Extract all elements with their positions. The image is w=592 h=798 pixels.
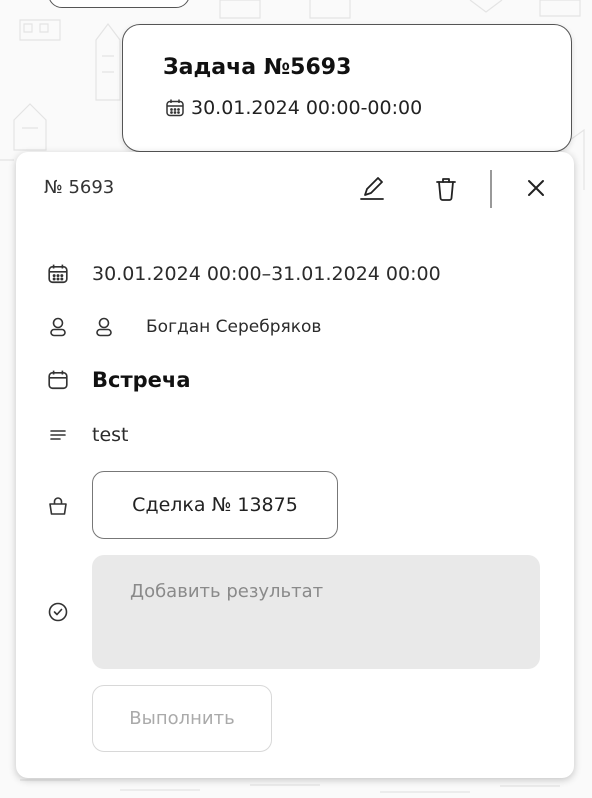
result-input[interactable]: Добавить результат <box>92 555 540 669</box>
result-row <box>46 600 70 624</box>
background-chip <box>48 0 190 8</box>
task-title: Задача №5693 <box>163 55 352 80</box>
event-type: Встреча <box>92 368 191 392</box>
date-row: 30.01.2024 00:00–31.01.2024 00:00 <box>46 262 441 286</box>
panel-number: № 5693 <box>44 177 115 198</box>
assignee-row: Богдан Серебряков <box>46 315 321 339</box>
trash-icon[interactable] <box>430 172 462 204</box>
calendar-icon <box>46 262 70 286</box>
check-circle-icon <box>46 600 70 624</box>
complete-button[interactable]: Выполнить <box>92 685 272 752</box>
description: test <box>92 424 129 446</box>
calendar-icon <box>165 98 185 118</box>
calendar-outline-icon <box>46 368 70 392</box>
task-card[interactable]: Задача №5693 30.01.2024 00:00-00:00 <box>122 24 572 152</box>
user-avatar-icon <box>92 315 116 339</box>
date-range: 30.01.2024 00:00–31.01.2024 00:00 <box>92 263 441 285</box>
task-details-panel: № 5693 30.01.2024 00:00–31.01.2024 00:00… <box>16 152 574 778</box>
text-lines-icon <box>46 423 70 447</box>
deal-link-button[interactable]: Сделка № 13875 <box>92 471 338 539</box>
assignee-name[interactable]: Богдан Серебряков <box>146 317 321 337</box>
event-type-row: Встреча <box>46 368 191 392</box>
task-date-row: 30.01.2024 00:00-00:00 <box>165 97 422 119</box>
description-row: test <box>46 423 129 447</box>
close-icon[interactable] <box>520 172 552 204</box>
task-date-range: 30.01.2024 00:00-00:00 <box>191 97 423 119</box>
header-divider <box>490 170 492 208</box>
user-icon <box>46 315 70 339</box>
bag-icon <box>46 494 70 518</box>
result-placeholder: Добавить результат <box>130 581 324 602</box>
deal-row <box>46 494 70 518</box>
pencil-icon[interactable] <box>356 172 388 204</box>
